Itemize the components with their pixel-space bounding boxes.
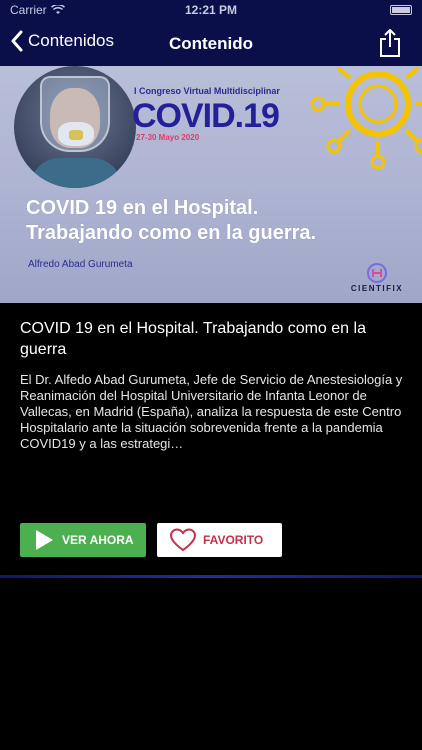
headline-line-1: COVID 19 en el Hospital. (26, 197, 259, 219)
status-bar: Carrier 12:21 PM (0, 0, 422, 22)
brand-name: CIENTIFIX (350, 284, 404, 293)
congress-label: I Congreso Virtual Multidisciplinar (134, 86, 280, 96)
brand-logo: CIENTIFIX (346, 262, 408, 293)
banner-headline: COVID 19 en el Hospital. Trabajando como… (26, 196, 316, 246)
play-icon (36, 530, 53, 550)
banner-author: Alfredo Abad Gurumeta (28, 259, 133, 270)
headline-line-2: Trabajando como en la guerra. (26, 222, 317, 244)
event-dates: 27-30 Mayo 2020 (136, 133, 200, 142)
top-bar: Carrier 12:21 PM Contenidos Contenido (0, 0, 422, 66)
favorite-label: FAVORITO (203, 533, 264, 547)
navigation-bar: Contenidos Contenido (0, 22, 422, 66)
battery-icon (390, 5, 412, 15)
cientifix-logo-icon (367, 263, 387, 283)
speaker-photo (14, 66, 136, 188)
content-title: COVID 19 en el Hospital. Trabajando como… (20, 320, 366, 358)
watch-now-label: VER AHORA (62, 533, 134, 547)
virus-illustration (310, 66, 422, 170)
share-icon[interactable] (378, 28, 402, 58)
content-description: El Dr. Alfedo Abad Gurumeta, Jefe de Ser… (20, 372, 403, 451)
watch-now-button[interactable]: VER AHORA (20, 523, 146, 557)
favorite-button[interactable]: FAVORITO (157, 523, 282, 557)
covid-logo-text: COVID.19 (132, 97, 280, 135)
section-divider (0, 575, 422, 578)
heart-icon (169, 528, 197, 552)
content-banner[interactable]: I Congreso Virtual Multidisciplinar COVI… (0, 66, 422, 303)
status-time: 12:21 PM (184, 3, 238, 17)
page-title: Contenido (168, 34, 254, 53)
